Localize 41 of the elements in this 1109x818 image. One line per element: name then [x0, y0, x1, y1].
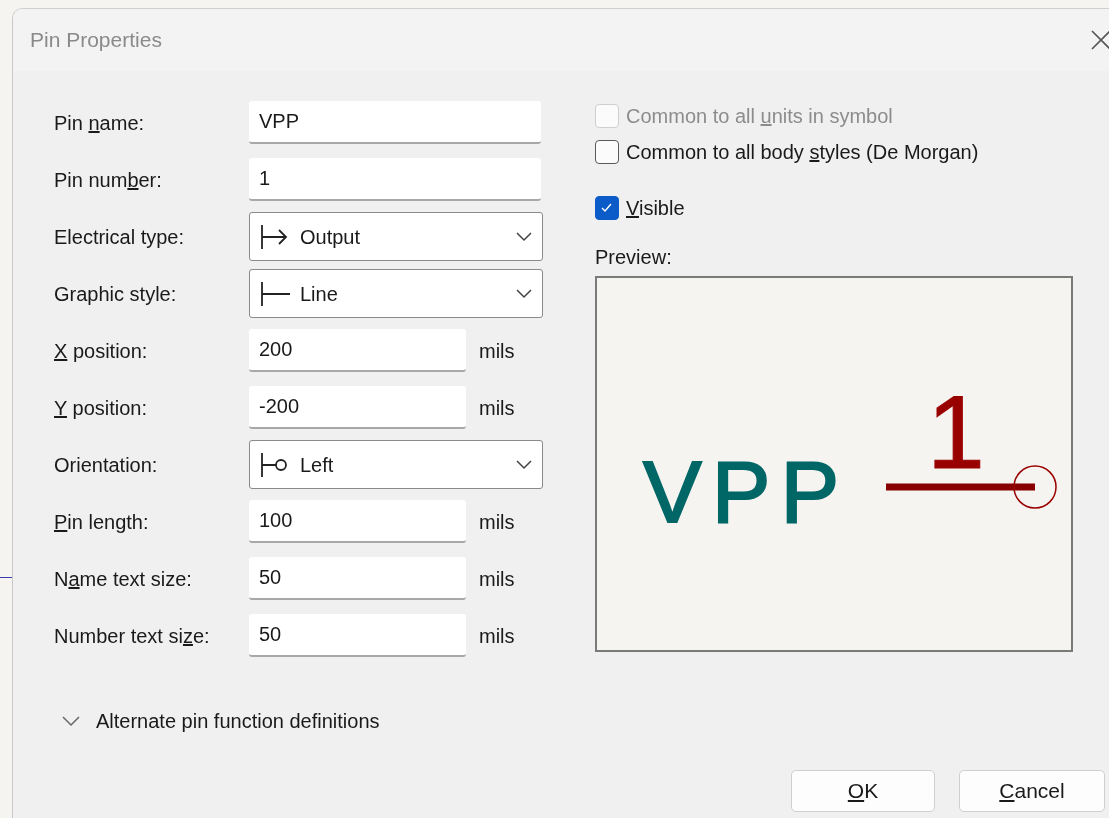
chevron-down-icon — [516, 459, 532, 470]
window-title: Pin Properties — [30, 27, 162, 54]
unit-label: mils — [479, 338, 515, 364]
field-label: Electrical type: — [54, 224, 186, 250]
pin-name-text: VPP — [643, 442, 850, 541]
close-icon[interactable] — [1089, 28, 1109, 52]
chevron-down-icon — [516, 231, 532, 242]
unit-label: mils — [479, 509, 515, 535]
field-label: Pin length: — [54, 509, 150, 535]
preview-label: Preview: — [595, 245, 673, 270]
field-label: X position: — [54, 338, 149, 364]
wire-line — [0, 577, 12, 578]
unit-label: mils — [479, 395, 515, 421]
number-field[interactable]: 100 — [249, 500, 466, 543]
field-label: Name text size: — [54, 566, 193, 592]
field-label: Y position: — [54, 395, 149, 421]
number-field[interactable]: -200 — [249, 386, 466, 429]
field-label: Pin name: — [54, 110, 146, 136]
unit-label: mils — [479, 566, 515, 592]
expander[interactable]: Alternate pin function definitions — [62, 706, 380, 736]
ok-button[interactable]: OK — [791, 770, 935, 812]
cancel-button[interactable]: Cancel — [959, 770, 1105, 812]
checkbox[interactable] — [595, 140, 619, 164]
field-label: Pin number: — [54, 167, 163, 193]
field-label: Orientation: — [54, 452, 159, 478]
unit-label: mils — [479, 623, 515, 649]
number-field[interactable]: 50 — [249, 614, 466, 657]
dropdown[interactable]: Output — [249, 212, 543, 261]
dropdown[interactable]: Left — [249, 440, 543, 489]
pin-number-text: 1 — [927, 374, 985, 490]
number-field[interactable]: 200 — [249, 329, 466, 372]
text-field[interactable]: 1 — [249, 158, 541, 201]
chevron-down-icon — [516, 288, 532, 299]
checkbox-option[interactable]: Visible — [595, 190, 685, 226]
field-label: Graphic style: — [54, 281, 178, 307]
number-field[interactable]: 50 — [249, 557, 466, 600]
dropdown[interactable]: Line — [249, 269, 543, 318]
field-label: Number text size: — [54, 623, 211, 649]
text-field[interactable]: VPP — [249, 101, 541, 144]
checkbox-option[interactable]: Common to all body styles (De Morgan) — [595, 134, 979, 170]
checkbox[interactable] — [595, 196, 619, 220]
